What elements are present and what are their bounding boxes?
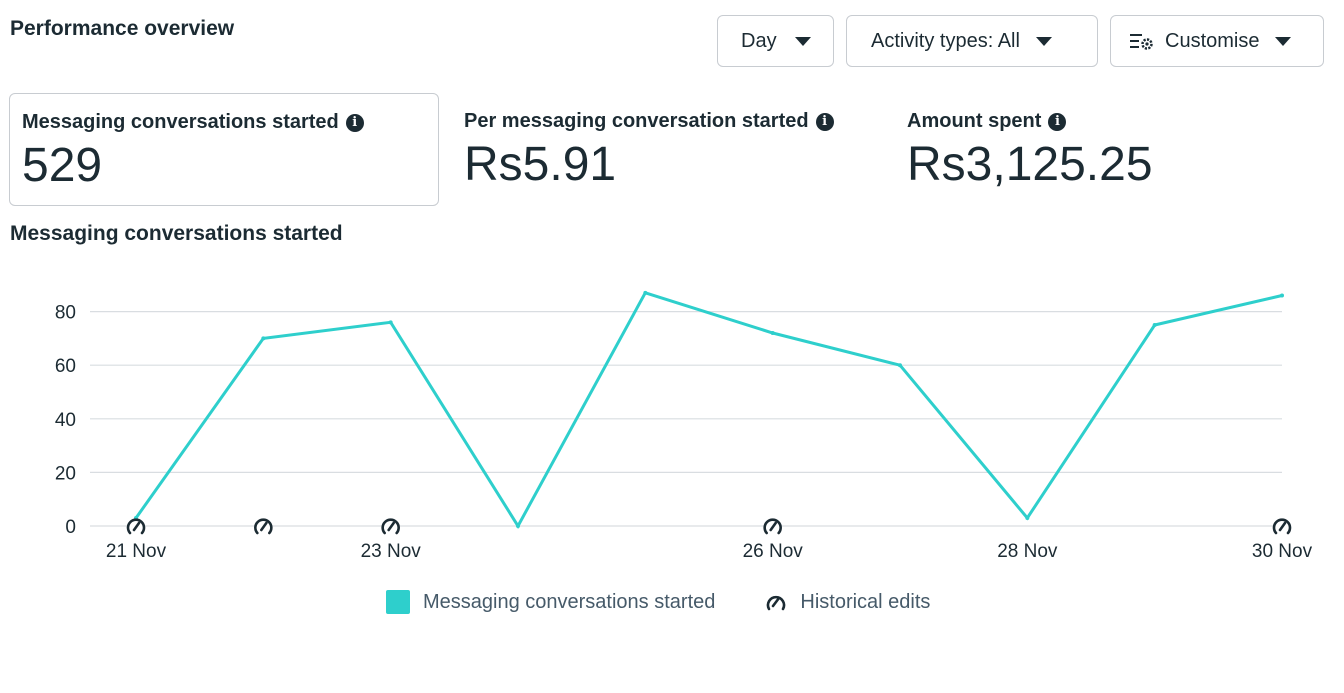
data-point <box>898 363 902 368</box>
y-tick-label: 20 <box>55 463 76 484</box>
historical-edit-marker[interactable] <box>1272 518 1292 535</box>
x-tick-label: 30 Nov <box>1252 541 1313 562</box>
legend-swatch <box>386 590 410 614</box>
y-tick-label: 80 <box>55 303 76 324</box>
data-point <box>1280 293 1284 298</box>
historical-edit-marker[interactable] <box>254 518 273 535</box>
data-point <box>770 331 775 336</box>
x-tick-label: 21 Nov <box>106 541 167 562</box>
legend-edits-label: Historical edits <box>800 590 931 613</box>
historical-edit-marker[interactable] <box>126 518 146 535</box>
data-point <box>261 336 266 341</box>
y-tick-label: 40 <box>55 410 76 431</box>
y-tick-label: 60 <box>55 356 76 377</box>
historical-edit-marker[interactable] <box>381 518 400 535</box>
historical-edits-icon <box>767 595 786 611</box>
series-line <box>134 290 1283 529</box>
data-point <box>1152 323 1157 327</box>
x-tick-label: 23 Nov <box>361 541 422 562</box>
data-point <box>1025 515 1030 520</box>
historical-edit-marker[interactable] <box>763 518 782 535</box>
data-point <box>516 524 520 528</box>
x-tick-label: 28 Nov <box>997 541 1058 562</box>
data-point <box>643 290 648 295</box>
line-chart: 0 20 40 60 80 21 Nov 23 Nov 26 Nov 28 Nov 30 Nov <box>55 290 1313 562</box>
chart-legend: Messaging conversations started Historic… <box>386 590 930 614</box>
x-tick-label: 26 Nov <box>743 541 804 562</box>
data-point <box>388 320 393 325</box>
y-tick-label: 0 <box>65 517 76 538</box>
legend-series-label: Messaging conversations started <box>423 590 716 613</box>
